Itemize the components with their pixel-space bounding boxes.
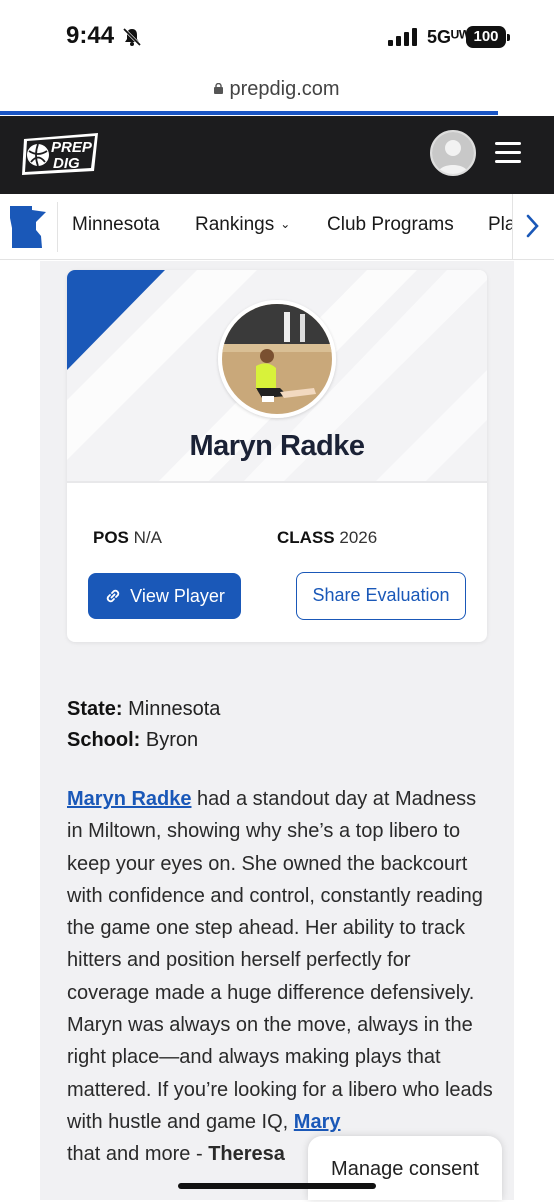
school-value: Byron	[145, 729, 199, 751]
state-subnav: Minnesota Rankings ⌄ Club Programs Pla	[0, 194, 554, 260]
nav-item-club-programs[interactable]: Club Programs	[327, 214, 454, 236]
article-tail: that and more -	[67, 1143, 209, 1166]
nav-item-rankings[interactable]: Rankings ⌄	[195, 214, 290, 236]
menu-icon[interactable]	[495, 142, 521, 164]
url-display[interactable]: prepdig.com	[214, 78, 340, 100]
player-name-link-2[interactable]: Mary	[294, 1111, 341, 1133]
player-card-header: Maryn Radke	[67, 270, 487, 483]
nav-rankings-label: Rankings	[195, 214, 275, 235]
state-label: State:	[67, 698, 123, 720]
status-time: 9:44	[66, 22, 115, 49]
nav-item-minnesota[interactable]: Minnesota	[72, 214, 160, 236]
prepdig-logo[interactable]: PREP DIG	[20, 131, 102, 177]
url-bar[interactable]: prepdig.com	[0, 72, 554, 112]
pos-value: N/A	[133, 528, 162, 547]
school-line: School: Byron	[67, 729, 198, 752]
view-player-button[interactable]: View Player	[88, 573, 241, 619]
player-name: Maryn Radke	[189, 430, 365, 462]
state-value: Minnesota	[128, 698, 221, 720]
lock-icon	[214, 83, 224, 94]
page-load-progress	[0, 111, 498, 115]
pos-label: POS	[93, 528, 129, 547]
player-card: Maryn Radke POS N/A CLASS 2026 View Play…	[67, 270, 487, 642]
bell-muted-icon	[122, 27, 142, 47]
player-name-link[interactable]: Maryn Radke	[67, 788, 192, 810]
logo-text-dig: DIG	[53, 155, 80, 172]
battery-indicator: 100	[466, 26, 510, 48]
class-value: 2026	[339, 528, 378, 547]
url-text: prepdig.com	[229, 78, 340, 100]
player-photo-image	[222, 304, 332, 414]
status-bar: 9:44 5Gᵁᵂ 100	[0, 0, 554, 72]
chevron-down-icon: ⌄	[280, 217, 291, 231]
manage-consent-button[interactable]: Manage consent	[308, 1136, 502, 1200]
view-player-label: View Player	[130, 586, 225, 606]
cellular-signal-icon	[388, 28, 417, 46]
home-indicator	[178, 1183, 376, 1189]
player-class: CLASS 2026	[277, 528, 377, 548]
player-position: POS N/A	[93, 528, 162, 548]
minnesota-state-icon[interactable]	[8, 204, 48, 250]
nav-scroll-right-button[interactable]	[512, 194, 554, 259]
player-photo	[218, 300, 336, 418]
user-avatar-button[interactable]	[430, 130, 476, 176]
school-label: School:	[67, 729, 141, 751]
evaluation-article: Maryn Radke had a standout day at Madnes…	[67, 783, 497, 1171]
logo-text-prep: PREP	[51, 139, 93, 156]
nav-divider	[57, 202, 58, 252]
article-body: had a standout day at Madness in Miltown…	[67, 788, 493, 1133]
class-label: CLASS	[277, 528, 335, 547]
link-icon	[106, 589, 120, 603]
network-type: 5Gᵁᵂ	[427, 27, 471, 47]
share-evaluation-button[interactable]: Share Evaluation	[296, 572, 466, 620]
article-author: Theresa	[208, 1143, 285, 1166]
avatar-placeholder-icon	[432, 132, 474, 174]
chevron-right-icon	[526, 214, 539, 238]
state-line: State: Minnesota	[67, 698, 220, 721]
